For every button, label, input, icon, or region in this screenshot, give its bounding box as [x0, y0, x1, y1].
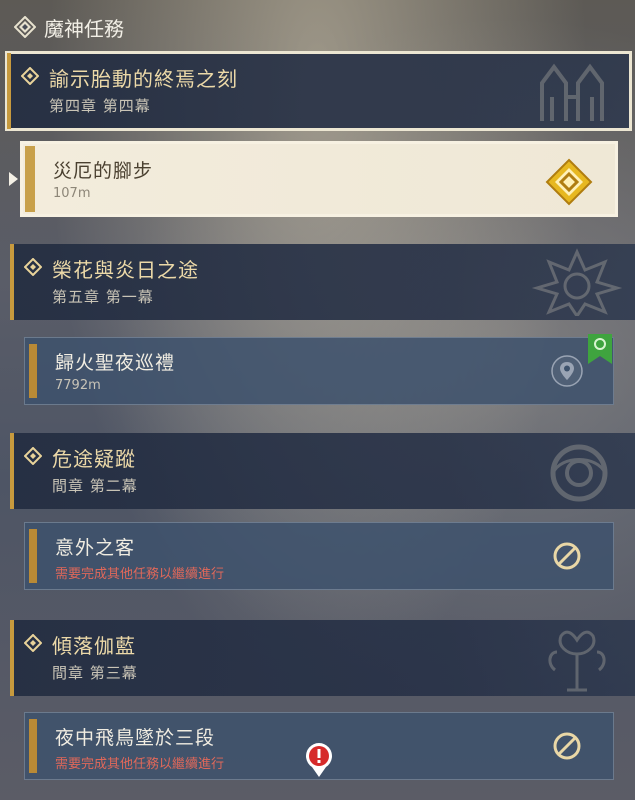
- section-title: 魔神任務: [44, 16, 124, 41]
- quest-distance: 7792m: [55, 378, 101, 393]
- tracked-quest-diamond-icon[interactable]: [545, 158, 593, 206]
- chapter-emblem-icon: [548, 630, 606, 692]
- chapter-subtitle: 間章 第三幕: [52, 664, 138, 682]
- chapter-accent-bar: [10, 620, 14, 696]
- chapter-card[interactable]: 傾落伽藍 間章 第三幕: [10, 620, 635, 696]
- chapter-emblem-icon: [540, 63, 604, 121]
- quest-item[interactable]: 意外之客 需要完成其他任務以繼續進行: [24, 522, 614, 590]
- chapter-diamond-icon: [21, 67, 39, 85]
- chapter-subtitle: 第四章 第四幕: [49, 97, 151, 115]
- location-pin-icon[interactable]: [551, 355, 583, 387]
- chapter-title: 諭示胎動的終焉之刻: [49, 67, 238, 91]
- chapter-accent-bar: [10, 433, 14, 509]
- quest-title: 災厄的腳步: [53, 160, 154, 182]
- chapter-card[interactable]: 危途疑蹤 間章 第二幕: [10, 433, 635, 509]
- quest-distance: 107m: [53, 186, 91, 201]
- chapter-diamond-icon: [24, 634, 42, 652]
- quest-item[interactable]: 歸火聖夜巡禮 7792m: [24, 337, 614, 405]
- quest-item-active[interactable]: 災厄的腳步 107m: [20, 141, 618, 217]
- quest-accent-bar: [29, 719, 37, 773]
- chapter-diamond-icon: [24, 447, 42, 465]
- chapter-emblem-icon: [531, 248, 623, 316]
- quest-accent-bar: [29, 344, 37, 398]
- chapter-subtitle: 間章 第二幕: [52, 477, 138, 495]
- section-header: 魔神任務: [14, 12, 124, 42]
- quest-requirement-warning: 需要完成其他任務以繼續進行: [55, 757, 225, 772]
- blocked-icon: [553, 732, 581, 760]
- chapter-title: 榮花與炎日之途: [52, 258, 199, 282]
- chapter-diamond-icon: [24, 258, 42, 276]
- chapter-accent-bar: [7, 53, 11, 129]
- archon-quest-icon: [14, 16, 36, 38]
- quest-title: 歸火聖夜巡禮: [55, 352, 176, 374]
- chapter-subtitle: 第五章 第一幕: [52, 288, 154, 306]
- green-new-bookmark-icon: [588, 334, 612, 364]
- quest-requirement-warning: 需要完成其他任務以繼續進行: [55, 567, 225, 582]
- chapter-title: 傾落伽藍: [52, 634, 136, 658]
- quest-accent-bar: [29, 529, 37, 583]
- quest-title: 夜中飛鳥墜於三段: [55, 727, 216, 749]
- quest-title: 意外之客: [55, 537, 136, 559]
- selection-pointer-icon: [9, 172, 18, 186]
- chapter-title: 危途疑蹤: [52, 447, 136, 471]
- blocked-icon: [553, 542, 581, 570]
- chapter-card[interactable]: 榮花與炎日之途 第五章 第一幕: [10, 244, 635, 320]
- chapter-accent-bar: [10, 244, 14, 320]
- chapter-emblem-icon: [550, 444, 608, 502]
- quest-accent-bar: [25, 146, 35, 212]
- alert-marker-icon: [306, 743, 332, 777]
- chapter-card[interactable]: 諭示胎動的終焉之刻 第四章 第四幕: [5, 51, 632, 131]
